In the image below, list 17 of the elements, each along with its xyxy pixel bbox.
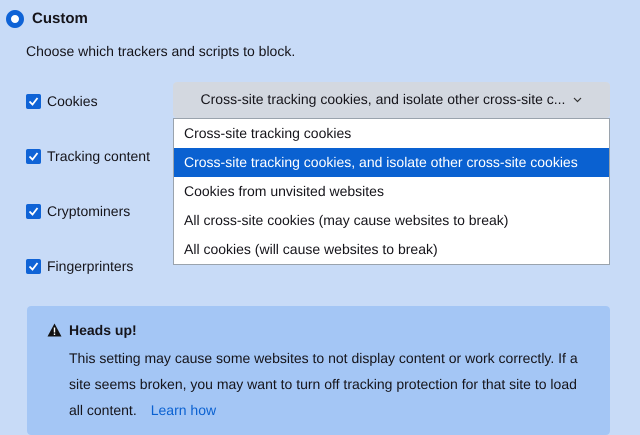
checkbox[interactable]	[26, 204, 41, 218]
option-label: Custom	[32, 9, 88, 29]
description-text: Choose which trackers and scripts to block.	[25, 42, 296, 61]
cookie-dropdown[interactable]: Cross-site tracking cookies, and isolate other cross-site c...	[173, 82, 610, 118]
radio-button[interactable]	[6, 10, 24, 28]
dropdown-option[interactable]: Cross-site tracking cookies, and isolate other cross-site cookies	[174, 148, 609, 176]
warning-title: Heads up!	[69, 320, 137, 340]
checkbox-label: Tracking content	[47, 146, 150, 166]
checkbox-label: Cryptominers	[47, 202, 130, 221]
chevron-icon	[573, 96, 582, 102]
checkbox[interactable]	[26, 94, 41, 108]
checkbox-label: Fingerprinters	[47, 256, 134, 276]
checkbox[interactable]	[26, 148, 41, 164]
warning-icon	[47, 323, 62, 337]
checkbox-label: Cookies	[47, 92, 98, 110]
warning-message: This setting may cause some websites to not display content or work correctly. If a site seems broken, you may want to turn off tracking protection for that site to load all content. Learn how	[68, 348, 579, 420]
checkbox[interactable]	[26, 258, 41, 274]
